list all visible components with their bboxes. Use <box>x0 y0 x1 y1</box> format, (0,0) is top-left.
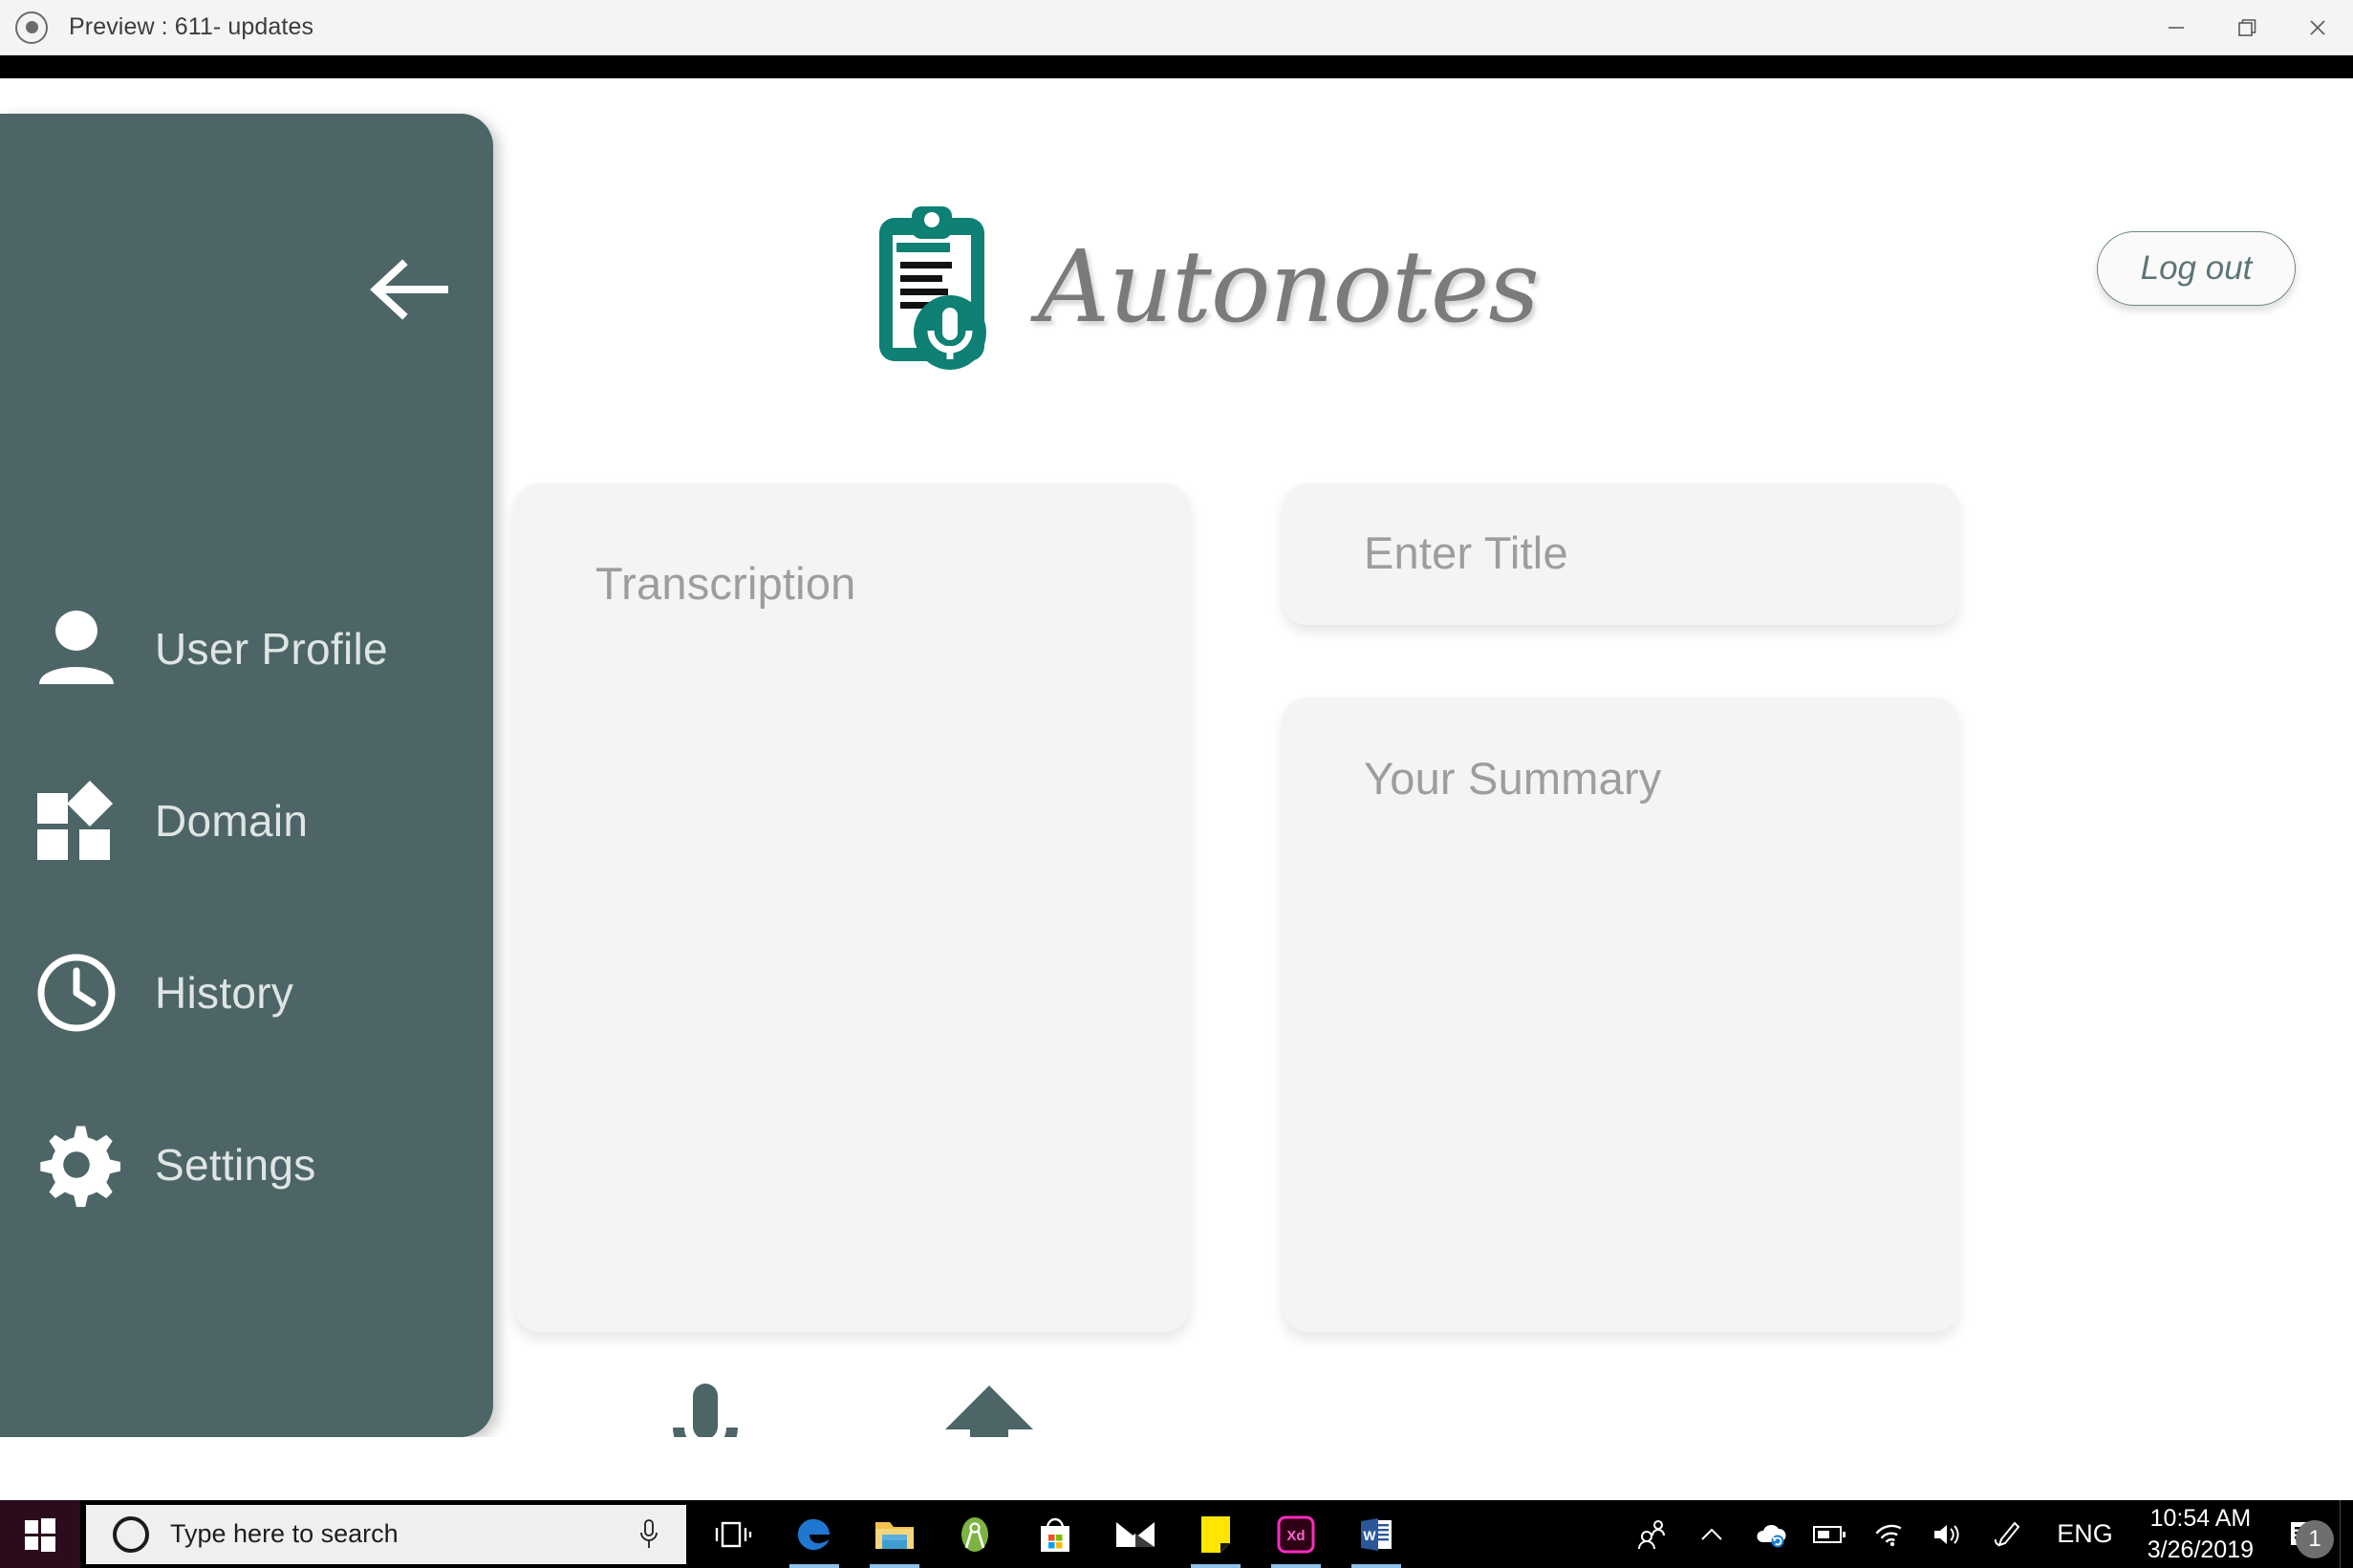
summary-placeholder: Your Summary <box>1364 753 1662 804</box>
logout-button[interactable]: Log out <box>2097 231 2296 306</box>
title-placeholder: Enter Title <box>1364 527 1568 578</box>
mail-icon[interactable] <box>1095 1500 1176 1568</box>
sidebar-item-label: History <box>155 968 294 1018</box>
task-view-icon[interactable] <box>694 1500 774 1568</box>
microsoft-store-icon[interactable] <box>1015 1500 1095 1568</box>
window-chrome-band <box>0 55 2353 78</box>
sidebar: User Profile Domain History Settings <box>0 114 493 1437</box>
sidebar-item-history[interactable]: History <box>0 907 493 1079</box>
sidebar-nav: User Profile Domain History Settings <box>0 563 493 1251</box>
window-controls <box>2141 0 2353 54</box>
windows-logo-icon[interactable] <box>0 1500 80 1568</box>
edge-icon[interactable] <box>774 1500 854 1568</box>
speaker-icon[interactable] <box>1919 1500 1978 1568</box>
notification-icon[interactable]: 1 <box>2269 1500 2340 1568</box>
taskbar-pinned-apps: Xd W <box>694 1500 1416 1568</box>
gear-icon <box>32 1121 120 1209</box>
summary-panel[interactable]: Your Summary <box>1283 698 1959 1332</box>
title-input[interactable]: Enter Title <box>1283 483 1959 625</box>
battery-icon[interactable] <box>1801 1500 1860 1568</box>
sidebar-item-label: User Profile <box>155 624 388 674</box>
window-title-bar: Preview : 611- updates <box>0 0 2353 55</box>
notification-count-badge: 1 <box>2296 1520 2334 1558</box>
people-icon[interactable] <box>1623 1500 1682 1568</box>
clock-date: 3/26/2019 <box>2147 1536 2254 1563</box>
microphone-icon[interactable] <box>638 1518 659 1556</box>
onedrive-icon[interactable] <box>1741 1500 1801 1568</box>
transcription-panel[interactable]: Transcription <box>514 483 1190 1332</box>
app-canvas: User Profile Domain History Settings Aut… <box>0 78 2353 1437</box>
close-button[interactable] <box>2282 0 2353 54</box>
window-title: Preview : 611- updates <box>69 13 314 40</box>
upload-icon[interactable] <box>941 1380 1037 1437</box>
svg-text:W: W <box>1363 1528 1376 1543</box>
shapes-icon <box>32 777 120 865</box>
file-explorer-icon[interactable] <box>854 1500 935 1568</box>
cortana-circle-icon <box>113 1515 149 1553</box>
pen-icon[interactable] <box>1978 1500 2038 1568</box>
android-studio-icon[interactable] <box>935 1500 1015 1568</box>
record-circle-icon <box>15 11 48 44</box>
clock-icon <box>32 949 120 1037</box>
word-icon[interactable]: W <box>1336 1500 1416 1568</box>
svg-text:Xd: Xd <box>1286 1528 1305 1544</box>
sidebar-item-label: Domain <box>155 796 309 846</box>
sidebar-item-label: Settings <box>155 1140 316 1190</box>
microphone-icon[interactable] <box>669 1380 742 1437</box>
windows-taskbar: Type here to search Xd W ENG 10:54 AM 3/… <box>0 1500 2353 1568</box>
language-indicator[interactable]: ENG <box>2038 1519 2132 1549</box>
arrow-left-icon[interactable] <box>368 259 448 320</box>
restore-button[interactable] <box>2212 0 2282 54</box>
sticky-notes-icon[interactable] <box>1176 1500 1256 1568</box>
sidebar-item-domain[interactable]: Domain <box>0 735 493 907</box>
app-logo: Autonotes <box>875 201 1540 373</box>
sidebar-item-settings[interactable]: Settings <box>0 1079 493 1251</box>
system-tray: ENG 10:54 AM 3/26/2019 1 <box>1623 1500 2353 1568</box>
brand-name: Autonotes <box>1038 228 1540 345</box>
chevron-up-icon[interactable] <box>1682 1500 1741 1568</box>
clock[interactable]: 10:54 AM 3/26/2019 <box>2132 1503 2269 1565</box>
minimize-button[interactable] <box>2141 0 2212 54</box>
sidebar-item-user-profile[interactable]: User Profile <box>0 563 493 735</box>
clipboard-microphone-logo <box>875 201 1021 373</box>
wifi-icon[interactable] <box>1860 1500 1919 1568</box>
clock-time: 10:54 AM <box>2149 1505 2252 1532</box>
search-placeholder: Type here to search <box>170 1519 399 1548</box>
adobe-xd-icon[interactable]: Xd <box>1256 1500 1336 1568</box>
show-desktop-button[interactable] <box>2340 1500 2353 1568</box>
transcription-placeholder: Transcription <box>595 558 856 609</box>
user-icon <box>32 605 120 693</box>
search-input[interactable]: Type here to search <box>86 1504 686 1564</box>
